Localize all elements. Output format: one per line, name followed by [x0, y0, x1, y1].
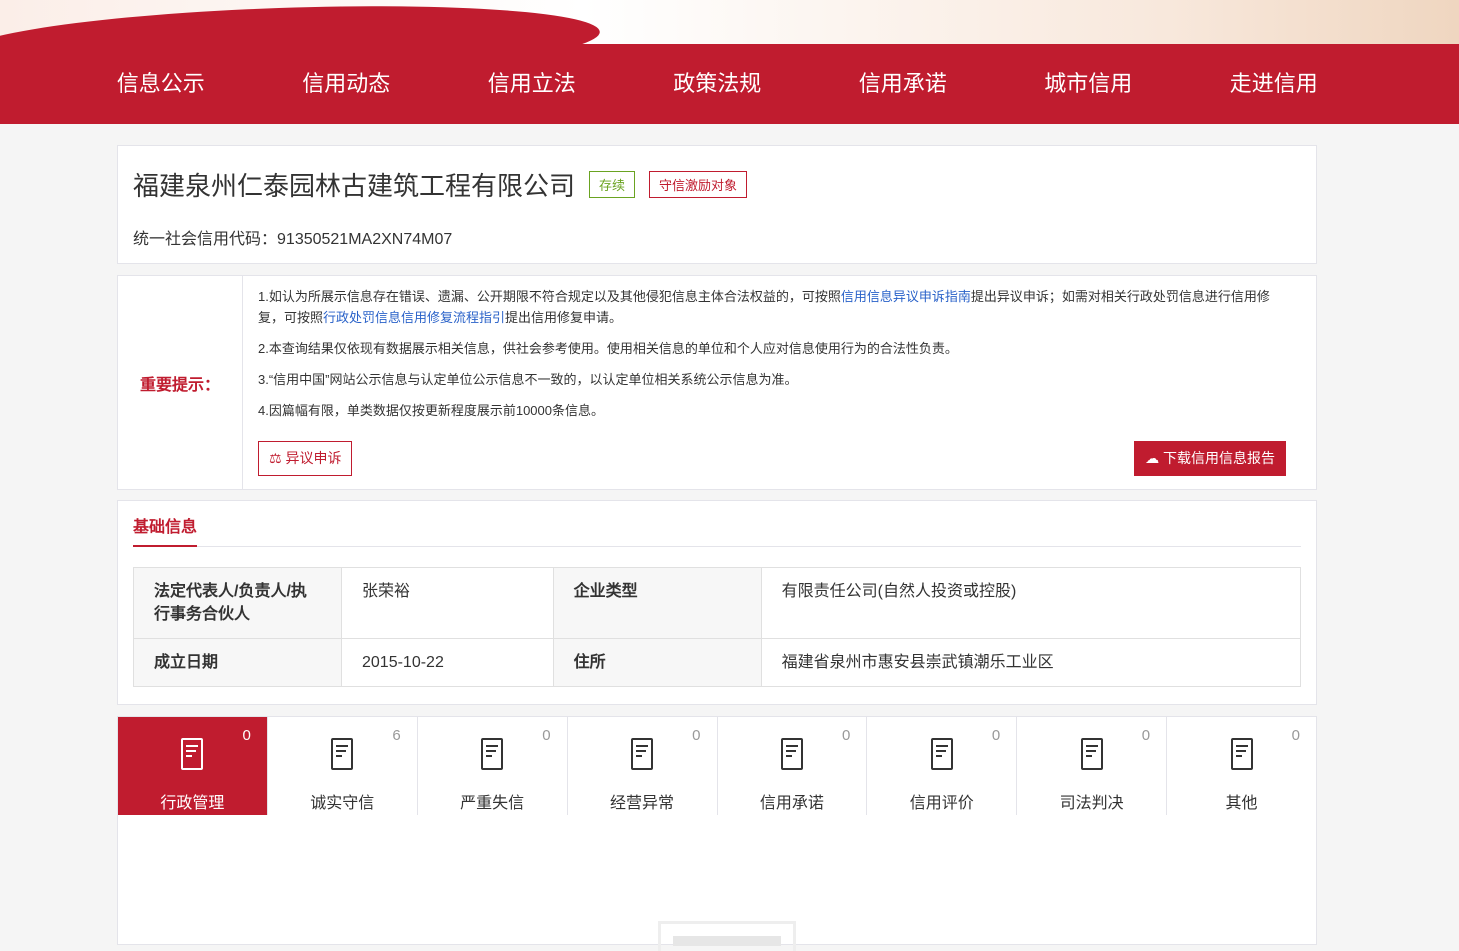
empty-placeholder-image — [658, 921, 796, 951]
download-report-button[interactable]: ☁ 下载信用信息报告 — [1134, 441, 1286, 476]
evaluation-icon — [930, 738, 953, 770]
nav-item[interactable]: 信用立法 — [439, 44, 625, 124]
tab-3[interactable]: 经营异常 0 — [568, 717, 718, 815]
other-grid-icon — [1230, 738, 1253, 770]
status-badge: 存续 — [589, 171, 636, 198]
tab-label: 严重失信 — [460, 795, 525, 812]
tab-label: 经营异常 — [610, 795, 675, 812]
basic-info-table: 法定代表人/负责人/执行事务合伙人 张荣裕 企业类型 有限责任公司(自然人投资或控股)… — [133, 567, 1302, 687]
category-tabs: 行政管理 0 诚实守信 6 严重失信 0 经营异常 0 信用承诺 0 信用评价 0 司法判决 0 其他 0 — [117, 716, 1317, 816]
nav-item[interactable]: 信息公示 — [68, 44, 254, 124]
tab-count: 0 — [1291, 727, 1300, 744]
nav-item[interactable]: 走进信用 — [1181, 44, 1367, 124]
company-name: 福建泉州仁泰园林古建筑工程有限公司 — [133, 171, 576, 201]
table-row: 成立日期 2015-10-22 住所 福建省泉州市惠安县崇武镇潮乐工业区 — [133, 638, 1302, 687]
field-value: 福建省泉州市惠安县崇武镇潮乐工业区 — [760, 638, 1302, 687]
notice-item-1: 1.如认为所展示信息存在错误、遗漏、公开期限不符合规定以及其他侵犯信息主体合法权… — [258, 289, 1270, 325]
nav-item[interactable]: 信用承诺 — [810, 44, 996, 124]
nav-item[interactable]: 城市信用 — [996, 44, 1182, 124]
notice-panel: 重要提示： 1.如认为所展示信息存在错误、遗漏、公开期限不符合规定以及其他侵犯信… — [117, 275, 1317, 490]
tab-count: 0 — [542, 727, 551, 744]
field-label: 住所 — [552, 638, 762, 687]
judgment-icon — [1080, 738, 1103, 770]
document-stamp-icon — [181, 738, 204, 770]
notice-label: 重要提示： — [118, 276, 243, 489]
field-value: 张荣裕 — [341, 567, 554, 639]
table-row: 法定代表人/负责人/执行事务合伙人 张荣裕 企业类型 有限责任公司(自然人投资或控股) — [133, 567, 1302, 639]
repair-guide-link[interactable]: 行政处罚信息信用修复流程指引 — [323, 310, 505, 325]
shield-credit-icon — [331, 738, 354, 770]
field-value: 有限责任公司(自然人投资或控股) — [760, 567, 1302, 639]
tab-count: 0 — [692, 727, 701, 744]
tab-count: 0 — [1141, 727, 1151, 744]
dishonest-person-icon — [481, 738, 504, 770]
tab-content — [117, 815, 1317, 951]
tab-6[interactable]: 司法判决 0 — [1017, 717, 1168, 815]
tab-count: 0 — [842, 727, 851, 744]
field-label: 法定代表人/负责人/执行事务合伙人 — [133, 567, 342, 639]
tab-label: 信用承诺 — [759, 795, 824, 812]
basic-info: 基础信息 法定代表人/负责人/执行事务合伙人 张荣裕 企业类型 有限责任公司(自然人投… — [117, 500, 1317, 705]
commitment-star-icon — [780, 738, 803, 770]
tab-label: 司法判决 — [1059, 795, 1124, 812]
field-label: 企业类型 — [552, 567, 762, 639]
notice-item-3: 3.“信用中国”网站公示信息与认定单位公示信息不一致的，以认定单位相关系统公示信… — [258, 372, 798, 387]
main-nav: 信息公示 信用动态 信用立法 政策法规 信用承诺 城市信用 走进信用 — [0, 44, 1459, 124]
tab-label: 行政管理 — [160, 795, 225, 812]
nav-item[interactable]: 信用动态 — [254, 44, 440, 124]
field-label: 成立日期 — [133, 638, 342, 687]
tab-count: 6 — [392, 727, 401, 744]
notice-item-2: 2.本查询结果仅依现有数据展示相关信息，供社会参考使用。使用相关信息的单位和个人… — [258, 341, 958, 356]
field-value: 2015-10-22 — [341, 638, 554, 687]
banner-swoosh — [0, 0, 602, 44]
objection-button[interactable]: ⚖ 异议申诉 — [258, 441, 353, 476]
top-banner — [0, 0, 1459, 44]
company-header: 福建泉州仁泰园林古建筑工程有限公司 存续 守信激励对象 统一社会信用代码：913… — [117, 145, 1317, 264]
nav-item[interactable]: 政策法规 — [625, 44, 811, 124]
tab-label: 诚实守信 — [310, 795, 375, 812]
tab-label: 其他 — [1225, 795, 1258, 812]
alarm-light-icon — [631, 738, 654, 770]
tab-label: 信用评价 — [909, 795, 974, 812]
tab-1[interactable]: 诚实守信 6 — [268, 717, 418, 815]
credit-code-label: 统一社会信用代码： — [133, 231, 278, 248]
tab-count: 0 — [991, 727, 1001, 744]
notice-item-4: 4.因篇幅有限，单类数据仅按更新程度展示前10000条信息。 — [258, 403, 604, 418]
credit-code: 91350521MA2XN74M07 — [277, 231, 453, 248]
tab-7[interactable]: 其他 0 — [1167, 717, 1316, 815]
incentive-badge: 守信激励对象 — [649, 171, 748, 198]
section-title: 基础信息 — [133, 513, 198, 547]
objection-guide-link[interactable]: 信用信息异议申诉指南 — [841, 289, 971, 304]
appeal-icon: ⚖ — [269, 450, 286, 466]
tab-count: 0 — [242, 727, 251, 744]
tab-4[interactable]: 信用承诺 0 — [718, 717, 868, 815]
tab-2[interactable]: 严重失信 0 — [418, 717, 568, 815]
tab-0[interactable]: 行政管理 0 — [118, 717, 268, 815]
cloud-download-icon: ☁ — [1145, 450, 1163, 466]
tab-5[interactable]: 信用评价 0 — [867, 717, 1018, 815]
